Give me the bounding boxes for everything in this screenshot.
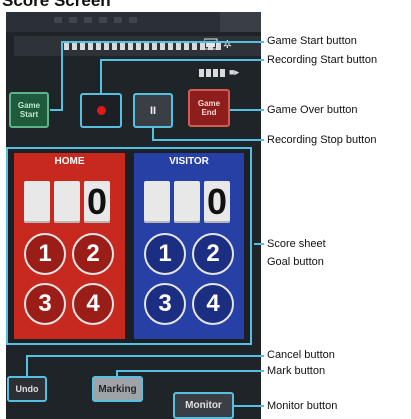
callout-score-sheet: Score sheet xyxy=(267,238,326,250)
callout-mark: Mark button xyxy=(267,365,326,377)
callout-recording-start: Recording Start button xyxy=(267,54,378,66)
callout-monitor: Monitor button xyxy=(267,400,338,412)
callout-cancel: Cancel button xyxy=(267,349,335,361)
callout-game-start: Game Start button xyxy=(267,35,357,47)
callout-recording-stop: Recording Stop button xyxy=(267,134,377,146)
callout-goal-button: Goal button xyxy=(267,256,324,268)
callout-game-over: Game Over button xyxy=(267,104,358,116)
